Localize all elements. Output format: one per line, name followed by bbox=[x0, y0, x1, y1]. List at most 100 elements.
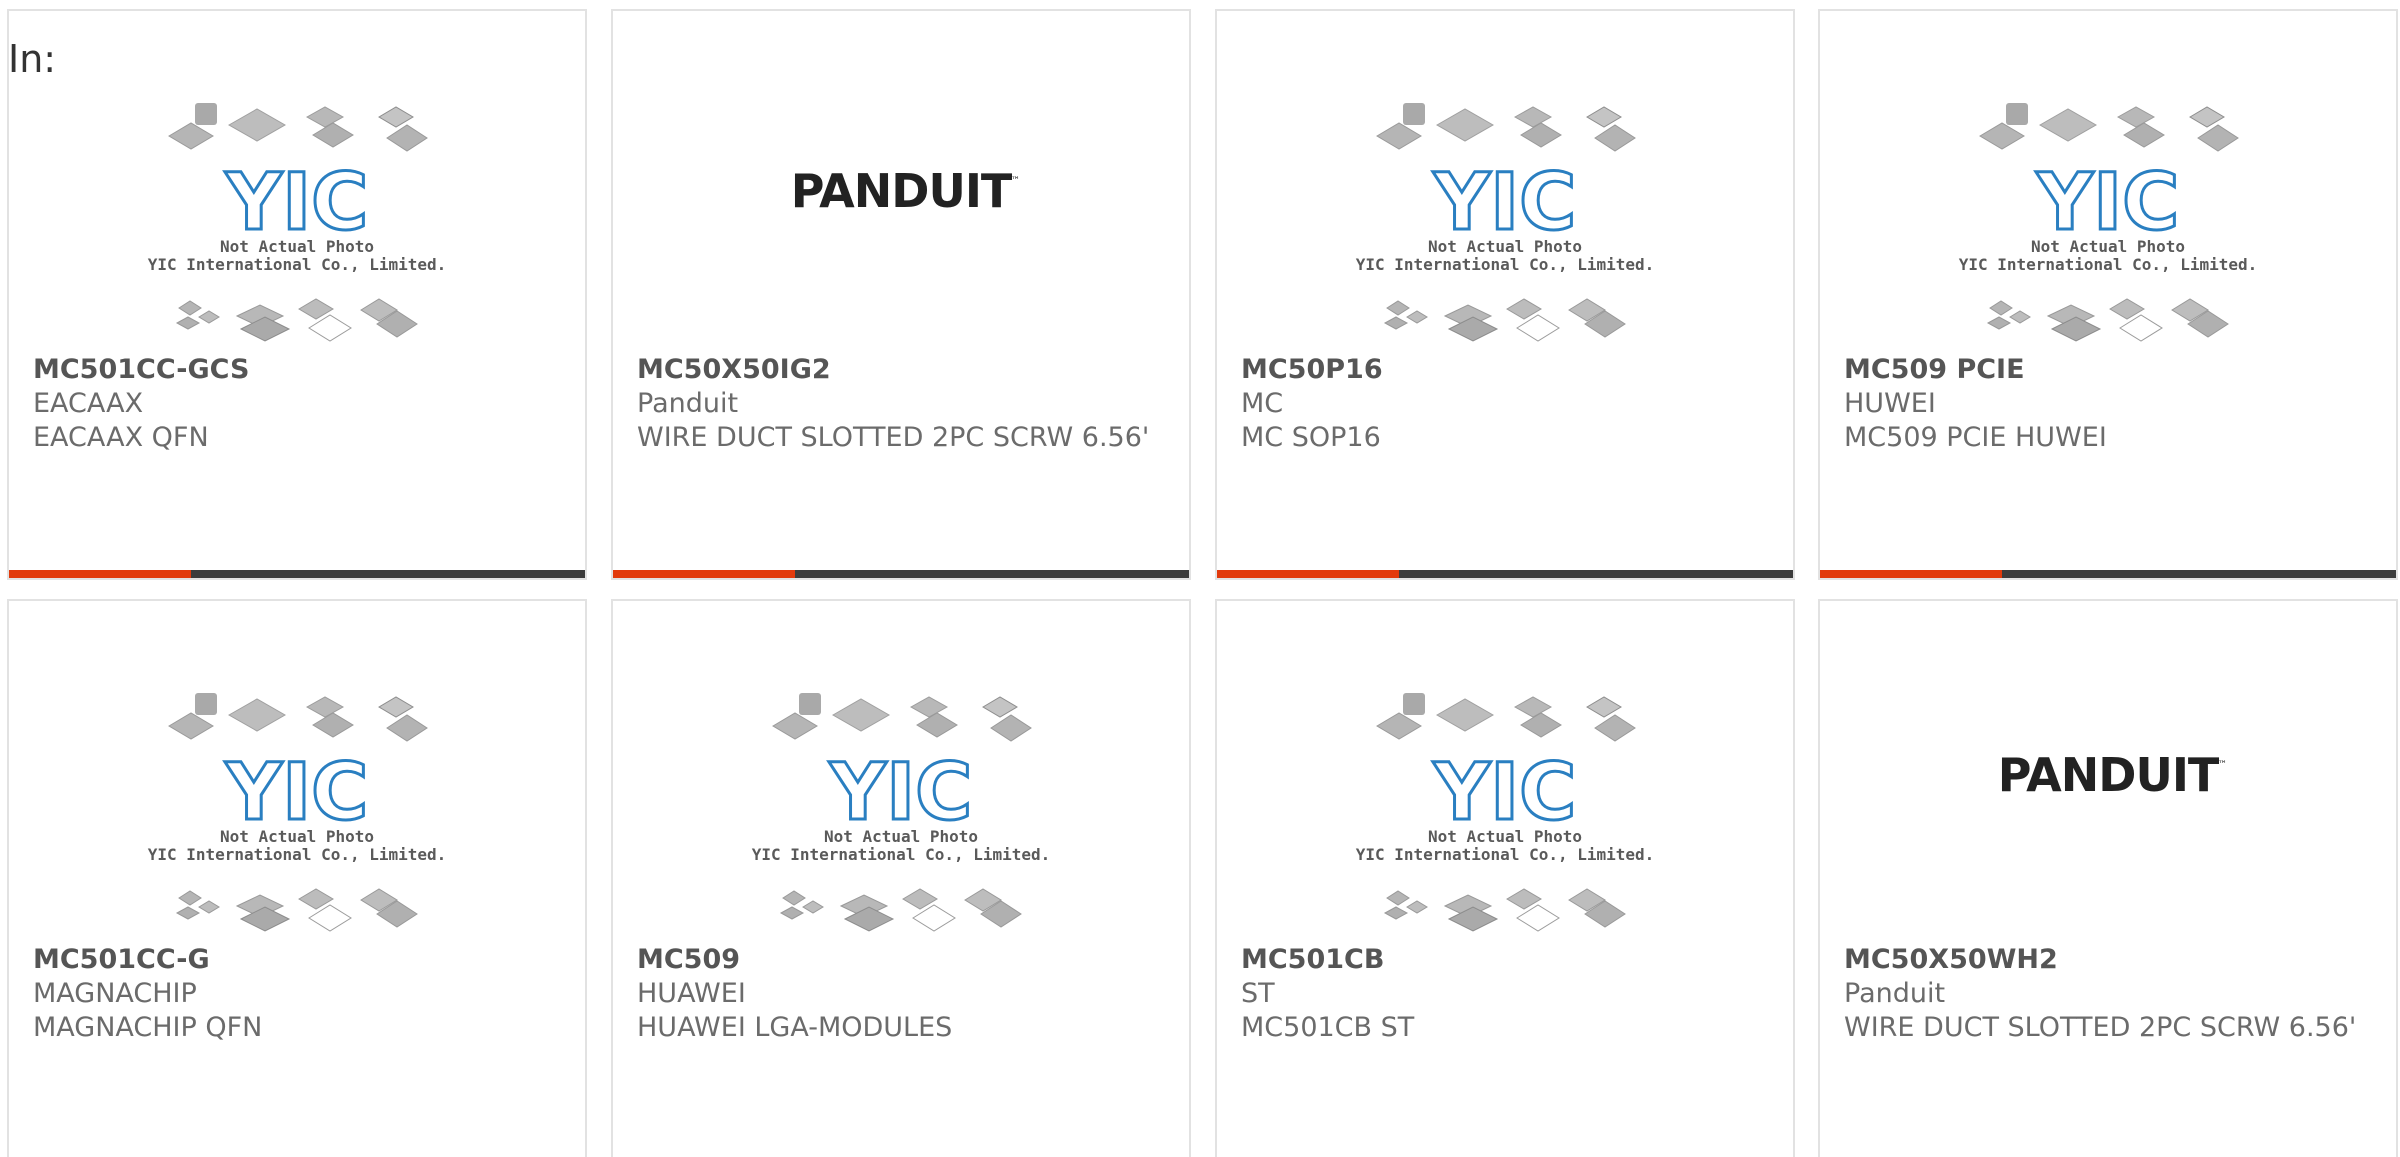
chip-icons-bottom bbox=[779, 888, 1022, 932]
company-caption: YIC International Co., Limited. bbox=[148, 845, 447, 864]
description: WIRE DUCT SLOTTED 2PC SCRW 6.56' bbox=[1844, 1012, 2357, 1043]
description: HUAWEI LGA-MODULES bbox=[637, 1012, 953, 1043]
panduit-logo: PANDUIT bbox=[791, 164, 1013, 218]
not-actual-photo-caption: Not Actual Photo bbox=[1428, 827, 1582, 846]
yic-logo: YIC bbox=[1433, 158, 1577, 248]
product-image[interactable]: PANDUIT ™ bbox=[1820, 601, 2396, 936]
manufacturer: MAGNACHIP bbox=[33, 978, 197, 1009]
product-card[interactable]: PANDUIT ™ MC50X50WH2 Panduit WIRE DUCT SL… bbox=[1818, 599, 2398, 1157]
product-info: MC509 HUAWEI HUAWEI LGA-MODULES bbox=[637, 943, 1157, 1045]
company-caption: YIC International Co., Limited. bbox=[752, 845, 1051, 864]
company-caption: YIC International Co., Limited. bbox=[1356, 845, 1655, 864]
company-caption: YIC International Co., Limited. bbox=[1959, 255, 2258, 274]
part-number[interactable]: MC50P16 bbox=[1241, 353, 1761, 387]
product-grid-page: In: YIC Not Actual Photo YIC International… bbox=[0, 0, 2400, 1157]
card-accent-bar bbox=[1820, 570, 2002, 578]
product-card[interactable]: YIC Not Actual Photo YIC International Co.… bbox=[7, 9, 587, 580]
yic-logo: YIC bbox=[2036, 158, 2180, 248]
product-image[interactable]: YIC Not Actual Photo YIC International Co.… bbox=[1217, 601, 1793, 936]
chip-icons-bottom bbox=[1383, 298, 1626, 342]
not-actual-photo-caption: Not Actual Photo bbox=[2031, 237, 2185, 256]
description: WIRE DUCT SLOTTED 2PC SCRW 6.56' bbox=[637, 422, 1150, 453]
not-actual-photo-caption: Not Actual Photo bbox=[220, 827, 374, 846]
yic-placeholder-image: YICNot Actual PhotoYIC International Co.… bbox=[1959, 103, 2258, 342]
yic-placeholder-image: YICNot Actual PhotoYIC International Co.… bbox=[148, 693, 447, 932]
description: MAGNACHIP QFN bbox=[33, 1012, 263, 1043]
panduit-logo-image: PANDUIT ™ bbox=[1998, 748, 2227, 802]
not-actual-photo-caption: Not Actual Photo bbox=[1428, 237, 1582, 256]
panduit-logo-image: PANDUIT ™ bbox=[791, 164, 1020, 218]
yic-placeholder-image: YICNot Actual PhotoYIC International Co.… bbox=[1356, 103, 1655, 342]
panduit-logo: PANDUIT bbox=[1998, 748, 2220, 802]
section-heading: In: bbox=[8, 37, 57, 81]
card-footer-bar bbox=[1217, 570, 1793, 578]
part-number[interactable]: MC501CC-G bbox=[33, 943, 553, 977]
product-image[interactable]: PANDUIT ™ bbox=[613, 11, 1189, 346]
product-info: MC501CC-GCS EACAAX EACAAX QFN bbox=[33, 353, 553, 455]
company-caption: YIC International Co., Limited. bbox=[1356, 255, 1655, 274]
manufacturer: EACAAX bbox=[33, 388, 144, 419]
description: MC SOP16 bbox=[1241, 422, 1381, 453]
yic-logo: YIC bbox=[225, 748, 369, 838]
part-number[interactable]: MC501CB bbox=[1241, 943, 1761, 977]
product-image[interactable]: YIC Not Actual Photo YIC International Co.… bbox=[1820, 11, 2396, 346]
chip-icons-bottom bbox=[175, 888, 418, 932]
chip-icons-top bbox=[168, 103, 428, 152]
description: MC509 PCIE HUWEI bbox=[1844, 422, 2107, 453]
chip-icons-bottom bbox=[175, 298, 418, 342]
product-card[interactable]: YIC Not Actual Photo YIC International Co.… bbox=[1215, 9, 1795, 580]
chip-icons-top bbox=[1979, 103, 2239, 152]
product-image[interactable]: YIC Not Actual Photo YIC International Co.… bbox=[613, 601, 1189, 936]
not-actual-photo-caption: Not Actual Photo bbox=[220, 237, 374, 256]
manufacturer: MC bbox=[1241, 388, 1284, 419]
chip-icons-top bbox=[1376, 103, 1636, 152]
trademark-icon: ™ bbox=[1011, 176, 1020, 186]
product-card[interactable]: PANDUIT ™ MC50X50IG2 Panduit WIRE DUCT SL… bbox=[611, 9, 1191, 580]
card-footer-bar bbox=[1820, 570, 2396, 578]
manufacturer: HUWEI bbox=[1844, 388, 1936, 419]
trademark-icon: ™ bbox=[2218, 760, 2227, 770]
description: MC501CB ST bbox=[1241, 1012, 1415, 1043]
product-info: MC50X50WH2 Panduit WIRE DUCT SLOTTED 2PC… bbox=[1844, 943, 2364, 1045]
yic-placeholder-image: YICNot Actual PhotoYIC International Co.… bbox=[752, 693, 1051, 932]
product-info: MC50X50IG2 Panduit WIRE DUCT SLOTTED 2PC… bbox=[637, 353, 1157, 455]
yic-logo: YIC bbox=[829, 748, 973, 838]
yic-placeholder-image: YICNot Actual PhotoYIC International Co.… bbox=[148, 103, 447, 342]
card-footer-bar bbox=[613, 570, 1189, 578]
card-accent-bar bbox=[613, 570, 795, 578]
yic-placeholder-image: YICNot Actual PhotoYIC International Co.… bbox=[1356, 693, 1655, 932]
yic-logo: YIC bbox=[225, 158, 369, 248]
product-info: MC501CC-G MAGNACHIP MAGNACHIP QFN bbox=[33, 943, 553, 1045]
product-card[interactable]: YIC Not Actual Photo YIC International Co.… bbox=[1215, 599, 1795, 1157]
chip-icons-top bbox=[168, 693, 428, 742]
company-caption: YIC International Co., Limited. bbox=[148, 255, 447, 274]
chip-icons-bottom bbox=[1986, 298, 2229, 342]
card-accent-bar bbox=[9, 570, 191, 578]
manufacturer: Panduit bbox=[1844, 978, 1946, 1009]
product-image[interactable]: YIC Not Actual Photo YIC International Co.… bbox=[9, 11, 585, 346]
product-card[interactable]: YIC Not Actual Photo YIC International Co.… bbox=[1818, 9, 2398, 580]
part-number[interactable]: MC501CC-GCS bbox=[33, 353, 553, 387]
chip-icons-bottom bbox=[1383, 888, 1626, 932]
yic-logo: YIC bbox=[1433, 748, 1577, 838]
part-number[interactable]: MC509 bbox=[637, 943, 1157, 977]
manufacturer: Panduit bbox=[637, 388, 739, 419]
manufacturer: ST bbox=[1241, 978, 1275, 1009]
product-card[interactable]: YIC Not Actual Photo YIC International Co.… bbox=[611, 599, 1191, 1157]
card-footer-bar bbox=[9, 570, 585, 578]
product-image[interactable]: YIC Not Actual Photo YIC International Co.… bbox=[1217, 11, 1793, 346]
part-number[interactable]: MC50X50IG2 bbox=[637, 353, 1157, 387]
product-image[interactable]: YIC Not Actual Photo YIC International Co.… bbox=[9, 601, 585, 936]
card-accent-bar bbox=[1217, 570, 1399, 578]
product-info: MC50P16 MC MC SOP16 bbox=[1241, 353, 1761, 455]
not-actual-photo-caption: Not Actual Photo bbox=[824, 827, 978, 846]
part-number[interactable]: MC509 PCIE bbox=[1844, 353, 2364, 387]
product-info: MC501CB ST MC501CB ST bbox=[1241, 943, 1761, 1045]
chip-icons-top bbox=[1376, 693, 1636, 742]
description: EACAAX QFN bbox=[33, 422, 209, 453]
part-number[interactable]: MC50X50WH2 bbox=[1844, 943, 2364, 977]
product-card[interactable]: YIC Not Actual Photo YIC International Co.… bbox=[7, 599, 587, 1157]
product-info: MC509 PCIE HUWEI MC509 PCIE HUWEI bbox=[1844, 353, 2364, 455]
manufacturer: HUAWEI bbox=[637, 978, 746, 1009]
chip-icons-top bbox=[772, 693, 1032, 742]
